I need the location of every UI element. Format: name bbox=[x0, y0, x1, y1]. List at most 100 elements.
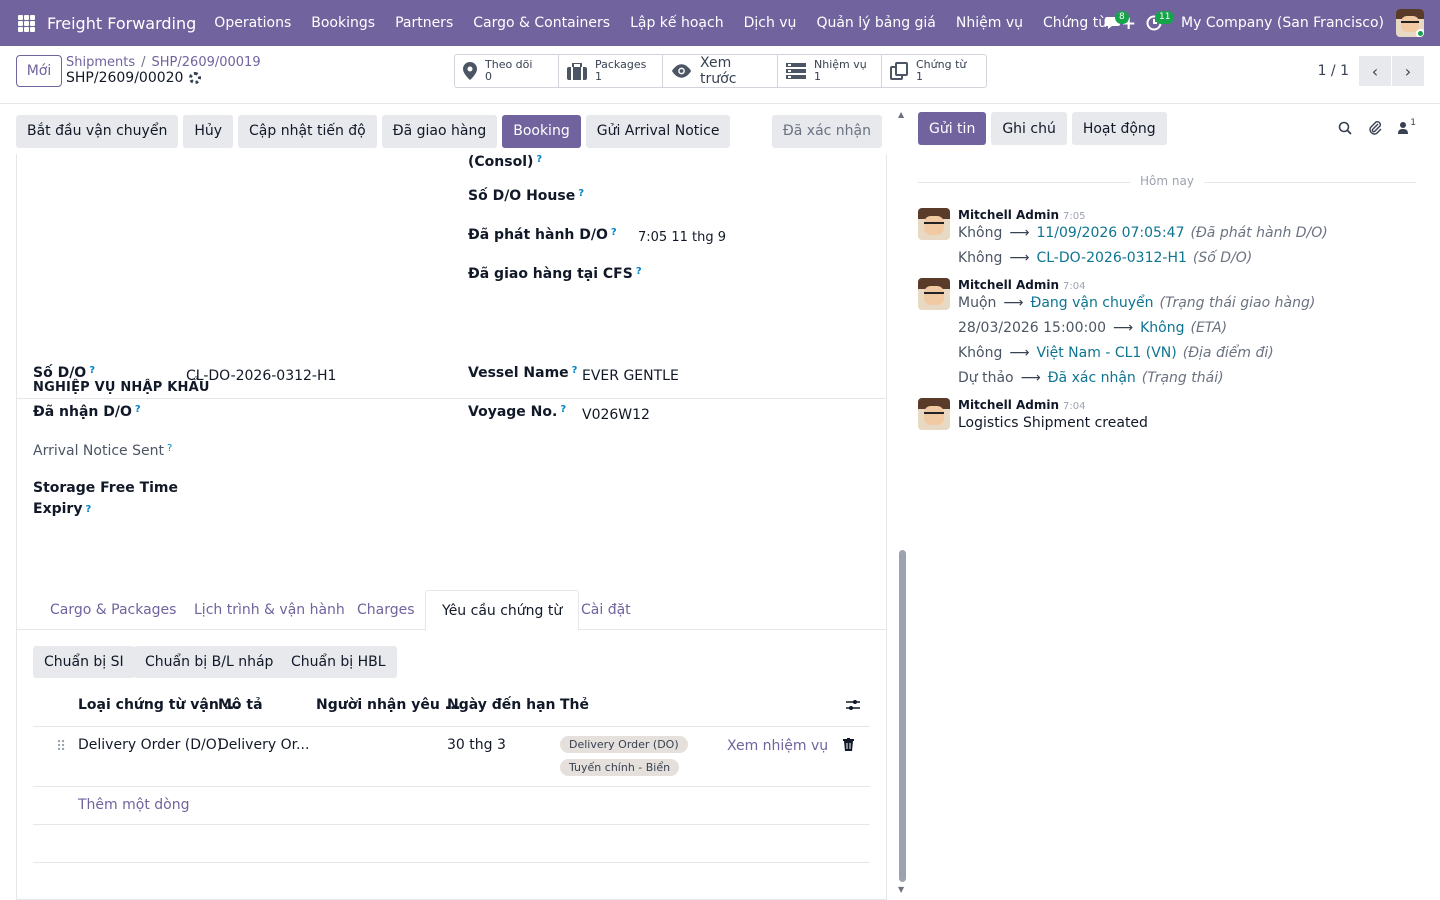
record-title: SHP/2609/00020 bbox=[66, 70, 202, 86]
column-header-doc-type[interactable]: Loại chứng từ vận ... bbox=[78, 697, 240, 713]
menu-item[interactable]: Bookings bbox=[301, 15, 385, 31]
user-avatar[interactable] bbox=[1396, 9, 1424, 37]
prepare-si-button[interactable]: Chuẩn bị SI bbox=[33, 646, 135, 678]
followers-icon[interactable] bbox=[1398, 122, 1409, 134]
form-view: Bắt đầu vận chuyển Hủy Cập nhật tiến độ … bbox=[0, 104, 902, 900]
send-message-button[interactable]: Gửi tin bbox=[918, 112, 987, 145]
column-header-description[interactable]: Mô tả bbox=[218, 697, 263, 713]
packages-smart-button[interactable]: Packages 1 bbox=[559, 55, 663, 87]
record-name: SHP/2609/00020 bbox=[66, 70, 184, 86]
menu-item[interactable]: Nhiệm vụ bbox=[946, 15, 1033, 31]
chevron-left-icon[interactable]: ‹ bbox=[1359, 56, 1391, 86]
scrollbar-thumb[interactable] bbox=[899, 550, 906, 882]
doc-type-cell[interactable]: Delivery Order (D/O) bbox=[78, 737, 222, 753]
form-scrollbar[interactable]: ▲ ▼ bbox=[897, 110, 907, 900]
help-icon: ? bbox=[571, 365, 578, 376]
author-avatar[interactable] bbox=[918, 278, 950, 310]
prepare-hbl-button[interactable]: Chuẩn bị HBL bbox=[280, 646, 397, 678]
row-divider bbox=[33, 824, 870, 825]
form-sheet: (Consol)? Số D/O House? Đã phát hành D/O… bbox=[16, 154, 887, 900]
trash-icon[interactable] bbox=[843, 738, 854, 751]
voyage-no-label: Voyage No.? bbox=[468, 404, 567, 420]
gear-icon[interactable] bbox=[189, 72, 202, 84]
breadcrumb: Shipments / SHP/2609/00019 bbox=[66, 55, 261, 70]
messages-button[interactable]: 8 bbox=[1099, 8, 1129, 38]
vessel-name-label: Vessel Name? bbox=[468, 365, 578, 381]
menu-item[interactable]: Operations bbox=[204, 15, 301, 31]
messages-count-badge: 8 bbox=[1115, 11, 1129, 24]
new-button[interactable]: Mới bbox=[16, 55, 62, 87]
date-separator: Hôm nay bbox=[918, 174, 1416, 190]
menu-item[interactable]: Dịch vụ bbox=[734, 15, 807, 31]
due-date-cell[interactable]: 30 thg 3 bbox=[447, 737, 506, 753]
tab-schedule-operations[interactable]: Lịch trình & vận hành bbox=[178, 590, 361, 630]
help-icon: ? bbox=[134, 404, 141, 415]
column-header-tags[interactable]: Thẻ bbox=[560, 697, 589, 713]
help-icon: ? bbox=[635, 266, 642, 277]
booking-button[interactable]: Booking bbox=[502, 114, 581, 148]
menu-item[interactable]: Quản lý bảng giá bbox=[806, 15, 945, 31]
smart-buttons: Theo dõi 0 Packages 1 Xem trước Nhiệm vụ 1 … bbox=[454, 54, 987, 88]
drag-handle-icon[interactable]: ⠿ bbox=[56, 739, 66, 755]
tab-charges[interactable]: Charges bbox=[341, 590, 431, 630]
breadcrumb-link[interactable]: SHP/2609/00019 bbox=[152, 55, 261, 70]
documents-smart-button[interactable]: Chứng từ 1 bbox=[882, 55, 986, 87]
chevron-right-icon[interactable]: › bbox=[1392, 56, 1424, 86]
search-icon[interactable] bbox=[1338, 121, 1352, 135]
do-number-value[interactable]: CL-DO-2026-0312-H1 bbox=[186, 368, 336, 384]
paperclip-icon[interactable] bbox=[1368, 120, 1382, 136]
top-navbar: Freight Forwarding Operations Bookings P… bbox=[0, 0, 1440, 46]
status-badge[interactable]: Đã xác nhận bbox=[771, 114, 882, 148]
chatter-toolbar: Gửi tin Ghi chú Hoạt động bbox=[918, 112, 1172, 145]
menu-item[interactable]: Cargo & Containers bbox=[463, 15, 620, 31]
author-avatar[interactable] bbox=[918, 208, 950, 240]
pager-value[interactable]: 1 / 1 bbox=[1318, 63, 1349, 79]
message-author: Mitchell Admin 7:05 bbox=[958, 208, 1086, 222]
view-task-link[interactable]: Xem nhiệm vụ bbox=[727, 738, 828, 754]
app-switcher-icon[interactable] bbox=[18, 14, 35, 32]
activity-button[interactable]: Hoạt động bbox=[1071, 112, 1167, 145]
breadcrumb-link[interactable]: Shipments bbox=[66, 55, 135, 70]
column-settings-icon[interactable] bbox=[846, 698, 860, 712]
tab-cargo-packages[interactable]: Cargo & Packages bbox=[34, 590, 192, 630]
message-author: Mitchell Admin 7:04 bbox=[958, 398, 1086, 412]
message-author: Mitchell Admin 7:04 bbox=[958, 278, 1086, 292]
table-header-divider bbox=[33, 726, 870, 727]
cancel-button[interactable]: Hủy bbox=[183, 114, 234, 148]
column-header-due-date[interactable]: Ngày đến hạn bbox=[447, 697, 556, 713]
menu-item[interactable]: Lập kế hoạch bbox=[620, 15, 733, 31]
update-progress-button[interactable]: Cập nhật tiến độ bbox=[238, 114, 377, 148]
log-note-button[interactable]: Ghi chú bbox=[991, 112, 1067, 145]
do-issued-value[interactable]: 7:05 11 thg 9 bbox=[638, 230, 726, 245]
author-avatar[interactable] bbox=[918, 398, 950, 430]
tracking-change: 28/03/2026 15:00:00 ⟶ Không (ETA) bbox=[958, 320, 1228, 336]
delivered-button[interactable]: Đã giao hàng bbox=[381, 114, 498, 148]
vessel-name-value[interactable]: EVER GENTLE bbox=[582, 368, 679, 384]
send-arrival-notice-button[interactable]: Gửi Arrival Notice bbox=[585, 114, 731, 148]
chatter-icons: 1 bbox=[1338, 118, 1416, 136]
tag-badge: Tuyến chính - Biển bbox=[560, 759, 680, 776]
storage-free-time-label: Storage Free Time Expiry? bbox=[33, 480, 179, 517]
tasks-icon bbox=[786, 63, 806, 79]
column-header-recipient[interactable]: Người nhận yêu ... bbox=[316, 697, 461, 713]
voyage-no-value[interactable]: V026W12 bbox=[582, 407, 650, 423]
activities-button[interactable]: 11 bbox=[1139, 8, 1175, 38]
tab-document-requests[interactable]: Yêu cầu chứng từ bbox=[425, 590, 580, 631]
description-cell[interactable]: Delivery Or... bbox=[218, 737, 309, 753]
prepare-draft-bl-button[interactable]: Chuẩn bị B/L nháp bbox=[134, 646, 285, 678]
tracking-change: Không ⟶ CL-DO-2026-0312-H1 (Số D/O) bbox=[958, 250, 1253, 266]
tracking-change: Dự thảo ⟶ Đã xác nhận (Trạng thái) bbox=[958, 370, 1224, 386]
help-icon: ? bbox=[166, 443, 173, 454]
menu-item[interactable]: Partners bbox=[385, 15, 463, 31]
start-shipping-button[interactable]: Bắt đầu vận chuyển bbox=[16, 114, 179, 148]
do-number-label: Số D/O? bbox=[33, 365, 96, 381]
help-icon: ? bbox=[89, 365, 96, 376]
add-line-link[interactable]: Thêm một dòng bbox=[78, 797, 189, 813]
tasks-smart-button[interactable]: Nhiệm vụ 1 bbox=[778, 55, 882, 87]
preview-smart-button[interactable]: Xem trước bbox=[663, 55, 778, 87]
company-switcher[interactable]: My Company (San Francisco) bbox=[1181, 15, 1384, 31]
tab-settings[interactable]: Cài đặt bbox=[565, 590, 647, 630]
section-divider bbox=[17, 398, 886, 399]
app-title[interactable]: Freight Forwarding bbox=[47, 14, 196, 33]
followers-smart-button[interactable]: Theo dõi 0 bbox=[455, 55, 559, 87]
